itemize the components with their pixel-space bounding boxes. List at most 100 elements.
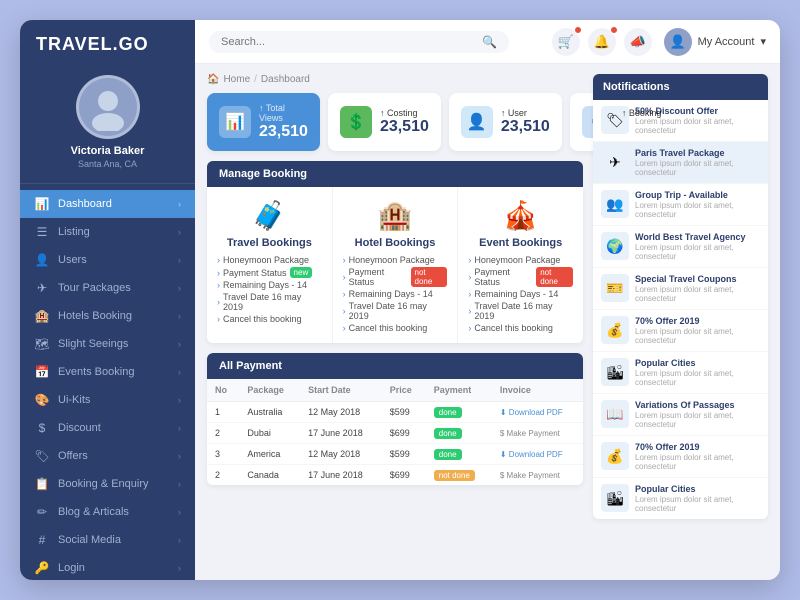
stat-info: ↑ Total Views 23,510 [259,103,308,141]
nav-label: Ui-Kits [58,394,90,406]
user-menu[interactable]: 👤 My Account ▾ [664,28,766,56]
cell-date: 12 May 2018 [300,402,382,423]
sidebar-item-listing[interactable]: ☰Listing› [20,218,195,246]
booking-detail: Travel Date 16 may 2019 [343,301,448,321]
col-payment: Payment [426,379,492,402]
cell-no: 1 [207,402,239,423]
notif-desc: Lorem ipsum dolor sit amet, consectetur [635,369,760,387]
notif-content: 70% Offer 2019 Lorem ipsum dolor sit ame… [635,442,760,471]
stat-value: 23,510 [380,118,429,136]
pay-button[interactable]: $ Make Payment [500,471,575,480]
notif-title: Popular Cities [635,358,760,368]
notif-title: 70% Offer 2019 [635,316,760,326]
notif-thumb: 💰 [601,442,629,470]
notification-item[interactable]: 🏙 Popular Cities Lorem ipsum dolor sit a… [593,352,768,394]
cell-payment: done [426,444,492,465]
sidebar-item-booking-&-enquiry[interactable]: 📋Booking & Enquiry› [20,470,195,498]
notif-desc: Lorem ipsum dolor sit amet, consectetur [635,411,760,429]
sidebar-item-slight-seeings[interactable]: 🗺Slight Seeings› [20,330,195,358]
notif-content: Popular Cities Lorem ipsum dolor sit ame… [635,358,760,387]
status-badge: done [434,449,462,460]
payment-table: NoPackageStart DatePricePaymentInvoice 1… [207,379,583,485]
notification-item[interactable]: 💰 70% Offer 2019 Lorem ipsum dolor sit a… [593,310,768,352]
notification-item[interactable]: 🏷 50% Discount Offer Lorem ipsum dolor s… [593,100,768,142]
sidebar-item-users[interactable]: 👤Users› [20,246,195,274]
cart-icon[interactable]: 🛒 [552,28,580,56]
notif-content: World Best Travel Agency Lorem ipsum dol… [635,232,760,261]
nav-label: Login [58,562,85,574]
notification-item[interactable]: 👥 Group Trip - Available Lorem ipsum dol… [593,184,768,226]
table-row: 3 America 12 May 2018 $599 done ⬇ Downlo… [207,444,583,465]
bell-icon[interactable]: 🔔 [588,28,616,56]
payment-header: All Payment [207,353,583,379]
chevron-right-icon: › [178,507,181,517]
app-logo: TRAVEL.GO [20,20,195,65]
sidebar-item-ui-kits[interactable]: 🎨Ui-Kits› [20,386,195,414]
cell-date: 12 May 2018 [300,444,382,465]
nav-label: Hotels Booking [58,310,132,322]
download-button[interactable]: ⬇ Download PDF [500,450,575,459]
chevron-right-icon: › [178,339,181,349]
booking-detail: Cancel this booking [343,323,448,333]
nav-label: Events Booking [58,366,134,378]
notification-item[interactable]: 💰 70% Offer 2019 Lorem ipsum dolor sit a… [593,436,768,478]
nav-icon: 🏷 [34,449,50,463]
chevron-right-icon: › [178,451,181,461]
sidebar-item-login[interactable]: 🔑 Login › [20,554,195,580]
notification-item[interactable]: 🌍 World Best Travel Agency Lorem ipsum d… [593,226,768,268]
nav-label: Social Media [58,534,121,546]
notifications-section: Notifications 🏷 50% Discount Offer Lorem… [593,74,768,519]
cell-no: 2 [207,465,239,486]
notification-item[interactable]: 🎫 Special Travel Coupons Lorem ipsum dol… [593,268,768,310]
cell-no: 3 [207,444,239,465]
nav-icon: 👤 [34,253,50,267]
stat-cards: 📊 ↑ Total Views 23,510 💲 ↑ Costing 23,51… [207,93,583,151]
content-left: 🏠 Home / Dashboard 📊 ↑ Total Views 23,51… [207,74,583,570]
stat-info: ↑ User 23,510 [501,108,550,136]
sidebar-item-hotels-booking[interactable]: 🏨Hotels Booking› [20,302,195,330]
booking-detail: Honeymoon Package [343,255,448,265]
notification-item[interactable]: 📖 Variations Of Passages Lorem ipsum dol… [593,394,768,436]
sidebar-item-social-media[interactable]: #Social Media› [20,526,195,554]
sidebar-nav: 📊Dashboard›☰Listing›👤Users›✈Tour Package… [20,184,195,580]
sidebar-item-discount[interactable]: $Discount› [20,414,195,442]
sidebar-item-tour-packages[interactable]: ✈Tour Packages› [20,274,195,302]
pay-button[interactable]: $ Make Payment [500,429,575,438]
search-input[interactable] [221,36,478,48]
sidebar-item-offers[interactable]: 🏷Offers› [20,442,195,470]
chevron-right-icon: › [178,563,181,573]
notif-desc: Lorem ipsum dolor sit amet, consectetur [635,495,760,513]
search-box[interactable]: 🔍 [209,31,509,53]
chevron-right-icon: › [178,199,181,209]
booking-cards: 🧳 Travel Bookings Honeymoon PackagePayme… [207,187,583,343]
booking-detail: Travel Date 16 may 2019 [468,301,573,321]
cell-price: $599 [382,444,426,465]
notif-desc: Lorem ipsum dolor sit amet, consectetur [635,201,760,219]
chevron-down-icon: ▾ [760,35,766,48]
notif-content: Paris Travel Package Lorem ipsum dolor s… [635,148,760,177]
notification-item[interactable]: ✈ Paris Travel Package Lorem ipsum dolor… [593,142,768,184]
cell-price: $699 [382,423,426,444]
download-button[interactable]: ⬇ Download PDF [500,408,575,417]
col-package: Package [239,379,300,402]
sidebar-item-dashboard[interactable]: 📊Dashboard› [20,190,195,218]
alert-icon[interactable]: 📣 [624,28,652,56]
nav-label: Listing [58,226,90,238]
col-invoice: Invoice [492,379,583,402]
notification-item[interactable]: 🏙 Popular Cities Lorem ipsum dolor sit a… [593,478,768,519]
booking-card-icon: 🎪 [468,197,573,233]
nav-icon: 🔑 [34,561,50,575]
stat-value: 23,510 [259,123,308,141]
booking-detail: Honeymoon Package [468,255,573,265]
stat-icon: 💲 [340,106,372,138]
sidebar-item-events-booking[interactable]: 📅Events Booking› [20,358,195,386]
notif-title: Paris Travel Package [635,148,760,158]
main-content: 🔍 🛒 🔔 📣 👤 My Account ▾ 🏠 [195,20,780,580]
home-icon: 🏠 [207,74,219,85]
nav-icon: 📊 [34,197,50,211]
nav-icon: 📋 [34,477,50,491]
sidebar-item-blog-&-articals[interactable]: ✏Blog & Articals› [20,498,195,526]
notif-title: World Best Travel Agency [635,232,760,242]
notif-content: Group Trip - Available Lorem ipsum dolor… [635,190,760,219]
booking-detail: Remaining Days - 14 [468,289,573,299]
